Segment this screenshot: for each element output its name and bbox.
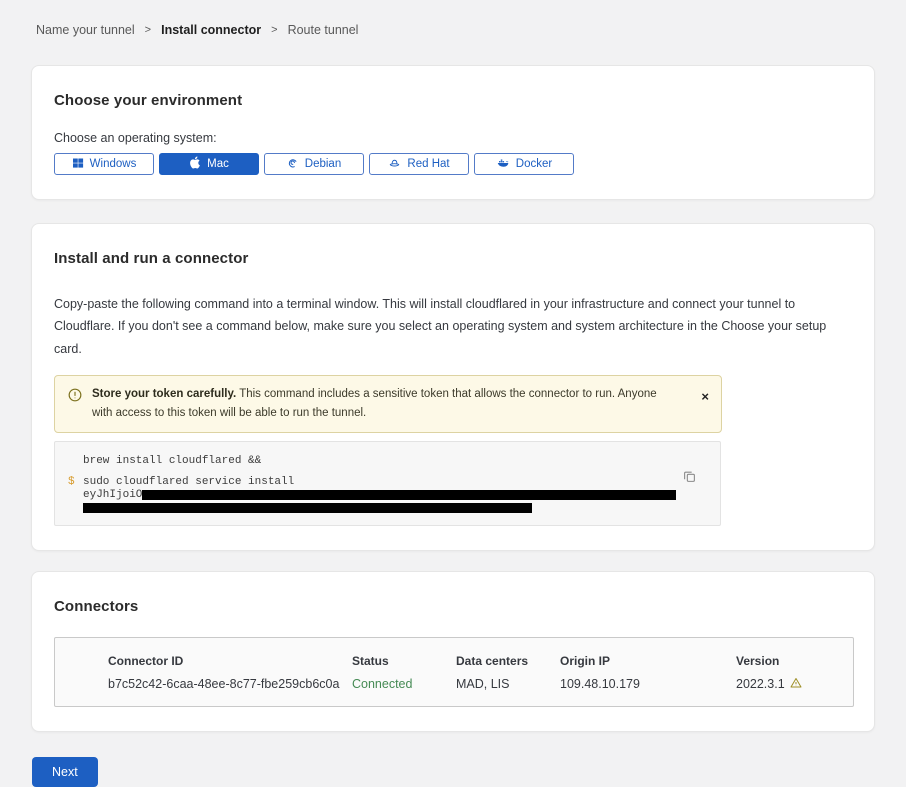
debian-icon [287, 157, 299, 172]
install-connector-description: Copy-paste the following command into a … [54, 293, 852, 360]
choose-environment-title: Choose your environment [54, 92, 852, 109]
token-warning-banner: Store your token carefully. This command… [54, 375, 722, 433]
code-line-token: eyJhIjoiO [68, 489, 680, 502]
table-row: b7c52c42-6caa-48ee-8c77-fbe259cb6c0a Con… [108, 677, 853, 692]
os-button-debian[interactable]: Debian [264, 153, 364, 175]
column-connector-id: Connector ID [108, 654, 352, 668]
breadcrumb-step-name-tunnel[interactable]: Name your tunnel [36, 23, 135, 37]
column-version: Version [736, 654, 853, 668]
os-button-label: Mac [207, 158, 229, 170]
column-data-centers: Data centers [456, 654, 560, 668]
data-centers-value: MAD, LIS [456, 677, 560, 692]
os-button-label: Debian [305, 158, 341, 170]
windows-icon [72, 157, 84, 172]
os-button-windows[interactable]: Windows [54, 153, 154, 175]
connectors-title: Connectors [54, 598, 852, 615]
redhat-icon [388, 157, 401, 172]
code-text: sudo cloudflared service install [83, 476, 294, 489]
warning-triangle-icon [790, 677, 802, 692]
token-warning-text: Store your token carefully. This command… [92, 385, 709, 423]
os-button-label: Docker [516, 158, 552, 170]
connectors-table-header: Connector ID Status Data centers Origin … [108, 654, 853, 668]
code-line-1: brew install cloudflared && [68, 455, 680, 468]
code-line-redacted [68, 502, 680, 513]
os-button-group: Windows Mac Debian Red Hat Docker [54, 153, 852, 175]
redaction-bar [142, 490, 676, 500]
choose-environment-card: Choose your environment Choose an operat… [31, 65, 875, 200]
install-command-code-block: brew install cloudflared && $ sudo cloud… [54, 441, 721, 526]
column-origin-ip: Origin IP [560, 654, 736, 668]
token-warning-title: Store your token carefully. [92, 388, 236, 400]
code-text: brew install cloudflared && [83, 455, 261, 468]
connectors-card: Connectors Connector ID Status Data cent… [31, 571, 875, 732]
breadcrumb-step-install-connector[interactable]: Install connector [161, 23, 261, 37]
breadcrumb-step-route-tunnel[interactable]: Route tunnel [288, 23, 359, 37]
code-line-2: $ sudo cloudflared service install [68, 476, 680, 489]
os-button-label: Red Hat [407, 158, 449, 170]
install-connector-title: Install and run a connector [54, 250, 852, 267]
connector-id-value: b7c52c42-6caa-48ee-8c77-fbe259cb6c0a [108, 677, 352, 692]
column-status: Status [352, 654, 456, 668]
install-connector-card: Install and run a connector Copy-paste t… [31, 223, 875, 551]
alert-circle-icon [68, 388, 82, 407]
breadcrumb-separator: > [271, 24, 277, 36]
origin-ip-value: 109.48.10.179 [560, 677, 736, 692]
os-button-mac[interactable]: Mac [159, 153, 259, 175]
os-button-label: Windows [90, 158, 137, 170]
apple-icon [189, 156, 201, 172]
copy-icon[interactable] [683, 470, 696, 486]
close-icon[interactable]: × [701, 390, 709, 403]
os-select-label: Choose an operating system: [54, 131, 852, 145]
breadcrumb: Name your tunnel > Install connector > R… [0, 0, 906, 37]
version-value: 2022.3.1 [736, 677, 853, 692]
shell-prompt: $ [68, 476, 83, 489]
os-button-redhat[interactable]: Red Hat [369, 153, 469, 175]
token-prefix-text: eyJhIjoiO [83, 489, 142, 502]
connectors-table: Connector ID Status Data centers Origin … [54, 637, 854, 707]
breadcrumb-separator: > [145, 24, 151, 36]
redaction-bar [83, 503, 532, 513]
next-button[interactable]: Next [32, 757, 98, 787]
os-button-docker[interactable]: Docker [474, 153, 574, 175]
status-badge: Connected [352, 677, 456, 692]
docker-icon [496, 157, 510, 172]
